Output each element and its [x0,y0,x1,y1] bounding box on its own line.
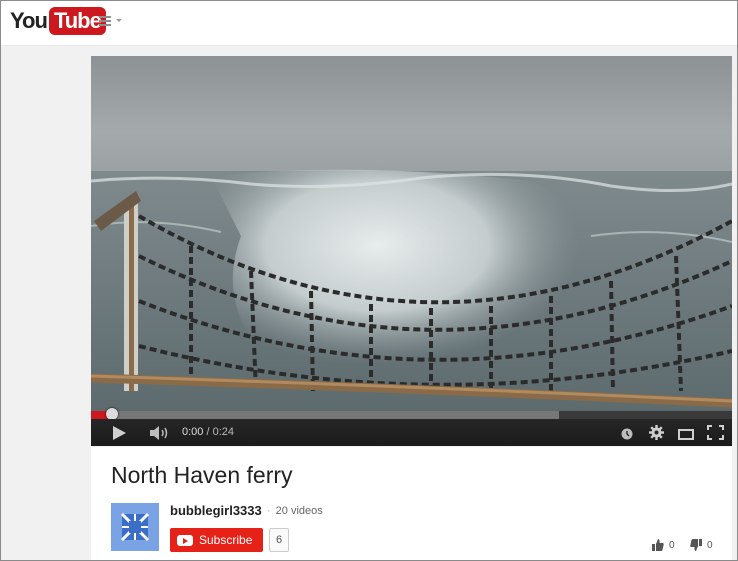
settings-button[interactable] [649,425,664,445]
video-title: North Haven ferry [111,462,293,488]
play-icon [113,426,126,440]
video-player[interactable]: 0:00 / 0:24 [91,56,732,446]
duration: 0:24 [212,426,235,438]
settings-gear-icon [649,425,664,440]
channel-avatar[interactable] [111,503,159,551]
avatar-pattern-icon [111,503,159,551]
play-button[interactable] [113,426,126,445]
like-count: 0 [669,539,675,551]
progress-bar-loaded [91,411,559,419]
time-display: 0:00 / 0:24 [182,426,234,438]
guide-menu-button[interactable] [99,13,125,29]
logo-you-text: You [10,8,48,33]
youtube-logo[interactable]: You Tube [10,6,106,36]
watch-later-icon [621,428,633,440]
thumbs-up-icon [652,539,664,551]
time-separator: / [203,426,213,438]
dot-separator: · [267,505,271,517]
masthead: You Tube [1,1,737,46]
thumbs-down-icon [690,539,702,551]
logo-tube-text: Tube [48,7,106,35]
channel-name-link[interactable]: bubblegirl3333 [170,503,262,518]
video-frame[interactable] [91,56,732,411]
fullscreen-button[interactable] [707,425,724,445]
mute-button[interactable] [150,426,170,445]
watch-later-button[interactable] [621,427,633,445]
channel-video-count: · 20 videos [267,505,323,517]
theater-mode-button[interactable] [678,427,694,445]
video-count-text[interactable]: 20 videos [276,505,323,517]
dislike-count: 0 [707,539,713,551]
ferry-wake-video-image [91,56,732,411]
youtube-play-icon [177,534,193,546]
subscribe-button[interactable]: Subscribe [170,528,263,552]
browser-frame: You Tube 0:00 / 0:24 North Haven ferry b… [0,0,738,561]
chevron-down-icon [116,19,122,22]
fullscreen-icon [707,425,724,440]
dislike-button[interactable]: 0 [690,538,713,552]
subscribe-label: Subscribe [199,533,253,547]
subscriber-count: 6 [269,528,289,552]
like-button[interactable]: 0 [652,538,675,552]
theater-mode-icon [678,429,694,440]
watch-info-panel: North Haven ferry bubblegirl3333 · 20 vid… [91,447,732,560]
current-time: 0:00 [182,426,204,438]
player-controls: 0:00 / 0:24 [91,419,732,446]
volume-icon [150,426,168,440]
